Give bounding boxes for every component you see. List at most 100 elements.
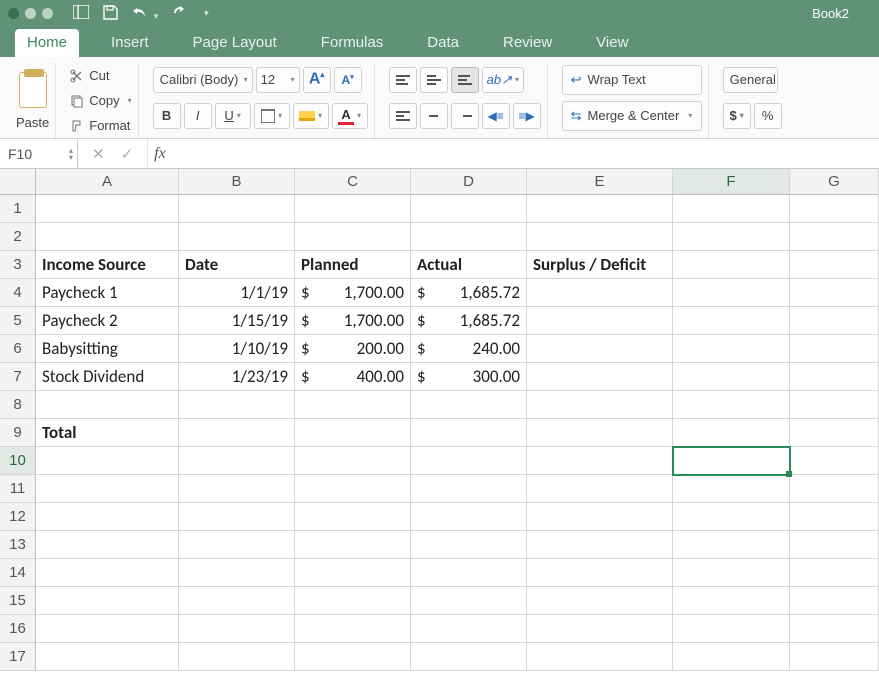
cell-C4[interactable]: $1,700.00 bbox=[295, 279, 411, 307]
cell-A13[interactable] bbox=[36, 531, 179, 559]
window-zoom-button[interactable] bbox=[42, 8, 53, 19]
cell-D6[interactable]: $240.00 bbox=[411, 335, 527, 363]
row-header-15[interactable]: 15 bbox=[0, 587, 36, 615]
cell-G1[interactable] bbox=[790, 195, 879, 223]
cell-B17[interactable] bbox=[179, 643, 295, 671]
column-header-B[interactable]: B bbox=[179, 169, 295, 195]
cell-E3[interactable]: Surplus / Deficit bbox=[527, 251, 673, 279]
paste-button[interactable] bbox=[19, 72, 47, 108]
cell-C2[interactable] bbox=[295, 223, 411, 251]
cut-button[interactable]: Cut bbox=[70, 65, 131, 87]
cell-B8[interactable] bbox=[179, 391, 295, 419]
copy-button[interactable]: Copy▾ bbox=[70, 90, 131, 112]
cell-E15[interactable] bbox=[527, 587, 673, 615]
name-box-stepper[interactable]: ▴▾ bbox=[69, 147, 73, 161]
cell-A4[interactable]: Paycheck 1 bbox=[36, 279, 179, 307]
cell-E16[interactable] bbox=[527, 615, 673, 643]
tab-formulas[interactable]: Formulas bbox=[309, 29, 396, 57]
cell-A7[interactable]: Stock Dividend bbox=[36, 363, 179, 391]
cell-G9[interactable] bbox=[790, 419, 879, 447]
cell-B13[interactable] bbox=[179, 531, 295, 559]
decrease-font-button[interactable]: A▾ bbox=[334, 67, 362, 93]
column-header-F[interactable]: F bbox=[673, 169, 790, 195]
tab-home[interactable]: Home bbox=[15, 29, 79, 57]
cell-F8[interactable] bbox=[673, 391, 790, 419]
cell-A17[interactable] bbox=[36, 643, 179, 671]
cell-G5[interactable] bbox=[790, 307, 879, 335]
cell-F4[interactable] bbox=[673, 279, 790, 307]
row-header-3[interactable]: 3 bbox=[0, 251, 36, 279]
panels-icon[interactable] bbox=[73, 5, 89, 22]
row-header-10[interactable]: 10 bbox=[0, 447, 36, 475]
cell-G14[interactable] bbox=[790, 559, 879, 587]
cell-A5[interactable]: Paycheck 2 bbox=[36, 307, 179, 335]
cell-G17[interactable] bbox=[790, 643, 879, 671]
tab-review[interactable]: Review bbox=[491, 29, 564, 57]
cell-F10[interactable] bbox=[673, 447, 790, 475]
decrease-indent-button[interactable]: ◀≡ bbox=[482, 103, 510, 129]
cell-E2[interactable] bbox=[527, 223, 673, 251]
cell-B11[interactable] bbox=[179, 475, 295, 503]
row-header-12[interactable]: 12 bbox=[0, 503, 36, 531]
cell-E17[interactable] bbox=[527, 643, 673, 671]
cell-A14[interactable] bbox=[36, 559, 179, 587]
align-center-h-button[interactable] bbox=[420, 103, 448, 129]
cell-D12[interactable] bbox=[411, 503, 527, 531]
row-header-17[interactable]: 17 bbox=[0, 643, 36, 671]
cell-A11[interactable] bbox=[36, 475, 179, 503]
column-header-C[interactable]: C bbox=[295, 169, 411, 195]
borders-button[interactable]: ▾ bbox=[254, 103, 290, 129]
underline-button[interactable]: U▾ bbox=[215, 103, 251, 129]
cell-E6[interactable] bbox=[527, 335, 673, 363]
tab-view[interactable]: View bbox=[584, 29, 640, 57]
align-right-button[interactable] bbox=[451, 103, 479, 129]
undo-icon[interactable]: ▾ bbox=[132, 5, 158, 22]
cell-B7[interactable]: 1/23/19 bbox=[179, 363, 295, 391]
cell-D16[interactable] bbox=[411, 615, 527, 643]
row-header-9[interactable]: 9 bbox=[0, 419, 36, 447]
cell-A3[interactable]: Income Source bbox=[36, 251, 179, 279]
cell-F5[interactable] bbox=[673, 307, 790, 335]
cell-A2[interactable] bbox=[36, 223, 179, 251]
cell-A12[interactable] bbox=[36, 503, 179, 531]
row-header-6[interactable]: 6 bbox=[0, 335, 36, 363]
cell-A1[interactable] bbox=[36, 195, 179, 223]
increase-indent-button[interactable]: ≡▶ bbox=[513, 103, 541, 129]
cell-B10[interactable] bbox=[179, 447, 295, 475]
align-left-button[interactable] bbox=[389, 103, 417, 129]
cell-E11[interactable] bbox=[527, 475, 673, 503]
cell-C12[interactable] bbox=[295, 503, 411, 531]
cell-F14[interactable] bbox=[673, 559, 790, 587]
window-minimize-button[interactable] bbox=[25, 8, 36, 19]
align-bottom-button[interactable] bbox=[451, 67, 479, 93]
cell-C6[interactable]: $200.00 bbox=[295, 335, 411, 363]
tab-data[interactable]: Data bbox=[415, 29, 471, 57]
cell-D14[interactable] bbox=[411, 559, 527, 587]
cell-C10[interactable] bbox=[295, 447, 411, 475]
cell-E5[interactable] bbox=[527, 307, 673, 335]
cell-D11[interactable] bbox=[411, 475, 527, 503]
column-header-G[interactable]: G bbox=[790, 169, 879, 195]
cell-D5[interactable]: $1,685.72 bbox=[411, 307, 527, 335]
bold-button[interactable]: B bbox=[153, 103, 181, 129]
cell-D4[interactable]: $1,685.72 bbox=[411, 279, 527, 307]
cell-A8[interactable] bbox=[36, 391, 179, 419]
cell-F7[interactable] bbox=[673, 363, 790, 391]
cell-B9[interactable] bbox=[179, 419, 295, 447]
cell-D10[interactable] bbox=[411, 447, 527, 475]
column-header-D[interactable]: D bbox=[411, 169, 527, 195]
row-header-11[interactable]: 11 bbox=[0, 475, 36, 503]
row-header-16[interactable]: 16 bbox=[0, 615, 36, 643]
cell-G16[interactable] bbox=[790, 615, 879, 643]
cell-G4[interactable] bbox=[790, 279, 879, 307]
cell-G6[interactable] bbox=[790, 335, 879, 363]
cell-C17[interactable] bbox=[295, 643, 411, 671]
cell-F2[interactable] bbox=[673, 223, 790, 251]
row-header-14[interactable]: 14 bbox=[0, 559, 36, 587]
cell-C3[interactable]: Planned bbox=[295, 251, 411, 279]
row-header-4[interactable]: 4 bbox=[0, 279, 36, 307]
cell-F16[interactable] bbox=[673, 615, 790, 643]
window-close-button[interactable] bbox=[8, 8, 19, 19]
cell-E10[interactable] bbox=[527, 447, 673, 475]
fill-color-button[interactable]: ▾ bbox=[293, 103, 329, 129]
